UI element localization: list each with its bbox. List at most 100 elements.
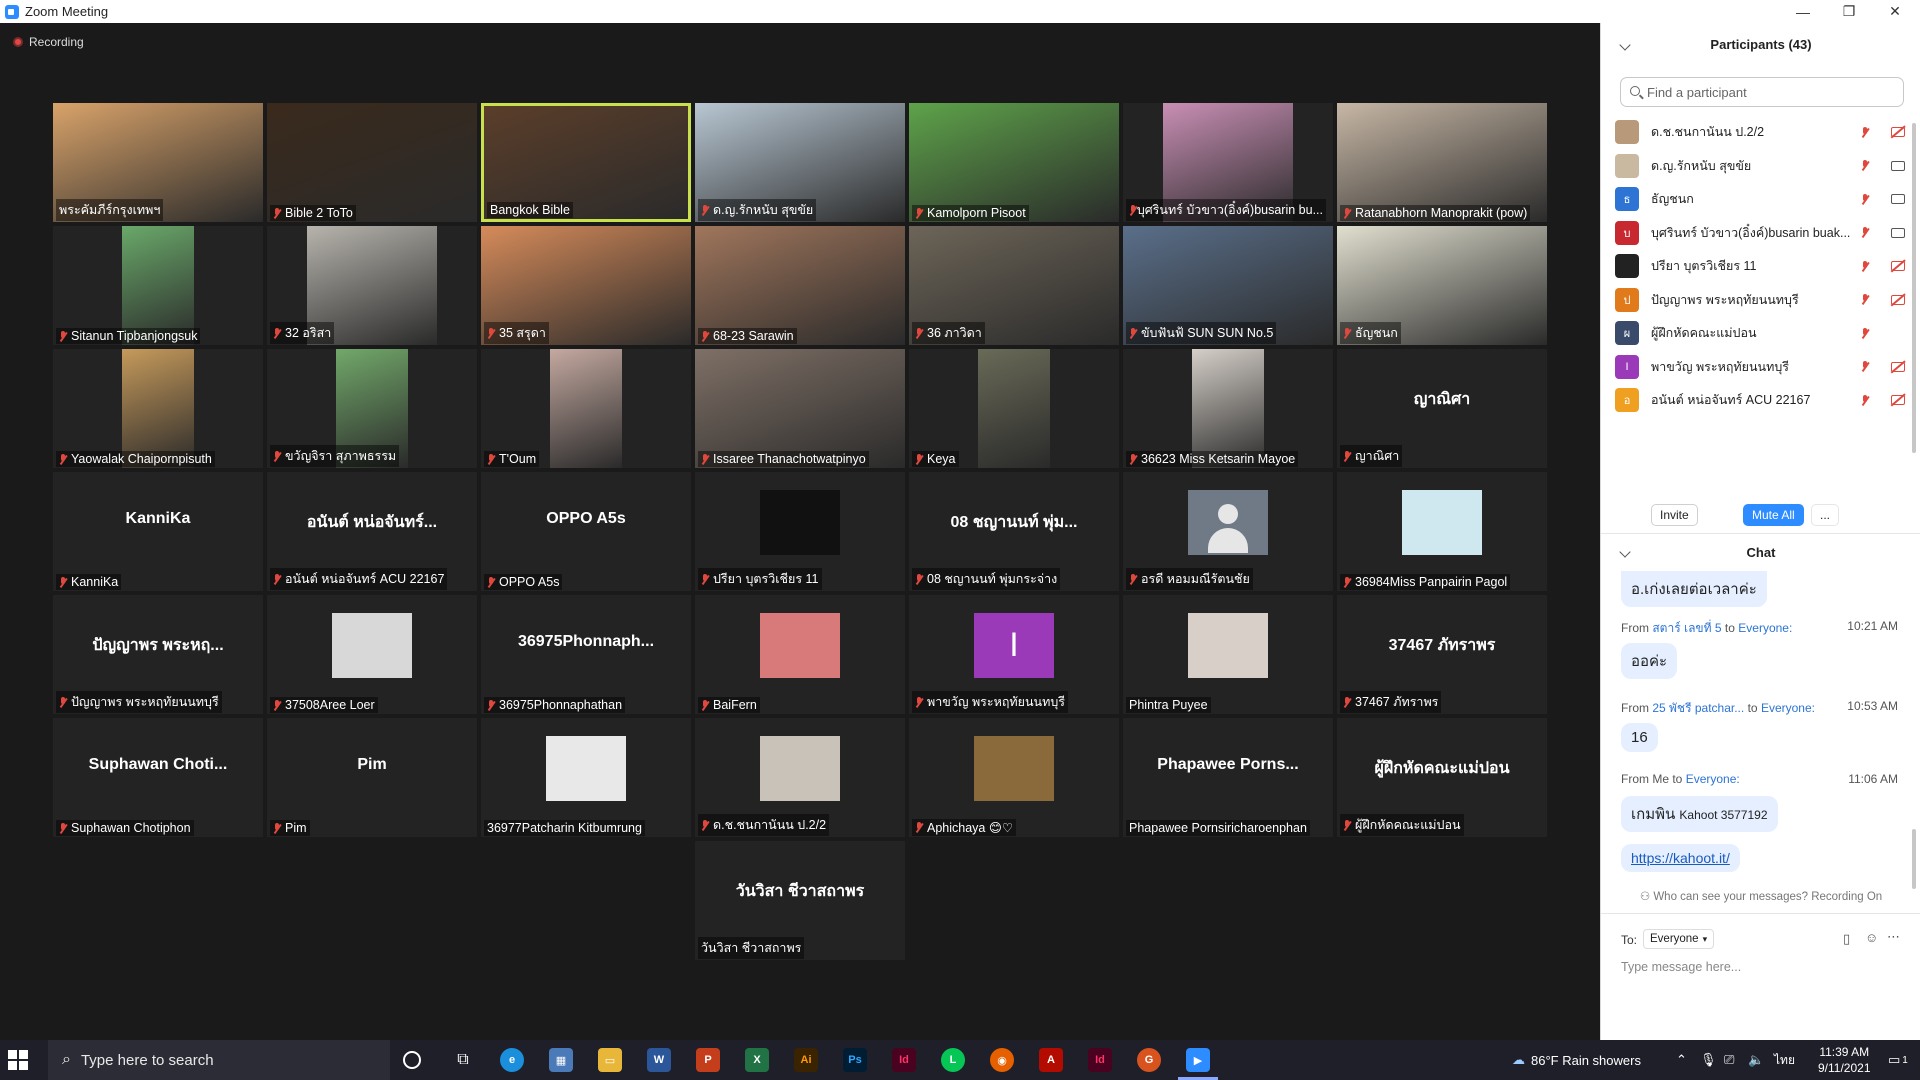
video-tile[interactable]: Aphichaya 😊♡ — [909, 718, 1119, 837]
network-icon[interactable]: ⎚ — [1724, 1040, 1734, 1080]
language-indicator[interactable]: ไทย — [1774, 1040, 1795, 1080]
excel-icon[interactable]: X — [745, 1048, 769, 1072]
participant-row[interactable]: ปรียา บุตรวิเชียร 11 — [1615, 249, 1905, 283]
muted-mic-icon[interactable] — [1861, 227, 1869, 238]
chat-sender[interactable]: 25 พัชรี patchar... — [1652, 701, 1744, 715]
video-tile[interactable]: ปรียา บุตรวิเชียร 11 — [695, 472, 905, 591]
video-tile[interactable]: ผู้ฝึกหัดคณะแม่ปอน ผู้ฝึกหัดคณะแม่ปอน — [1337, 718, 1547, 837]
muted-mic-icon[interactable] — [1861, 126, 1869, 138]
video-tile[interactable]: Phintra Puyee — [1123, 595, 1333, 714]
video-tile[interactable]: วันวิสา ชีวาสถาพร วันวิสา ชีวาสถาพร — [695, 841, 905, 960]
video-tile[interactable]: I พาขวัญ พระหฤทัยนนทบุรี — [909, 595, 1119, 714]
participants-more-button[interactable]: ... — [1811, 504, 1840, 526]
video-tile[interactable]: 08 ชญานนท์ พุ่ม... 08 ชญานนท์ พุ่มกระจ่าง — [909, 472, 1119, 591]
video-tile[interactable]: ธัญชนก — [1337, 226, 1547, 345]
mute-all-button[interactable]: Mute All — [1743, 504, 1804, 526]
video-tile[interactable]: 37508Aree Loer — [267, 595, 477, 714]
chat-scrollbar[interactable] — [1912, 829, 1916, 889]
zoom-taskbar-icon[interactable]: ▶ — [1178, 1048, 1218, 1080]
video-tile[interactable]: Bible 2 ToTo — [267, 103, 477, 222]
close-button[interactable]: ✕ — [1872, 0, 1918, 23]
video-tile[interactable]: 68-23 Sarawin — [695, 226, 905, 345]
photoshop-icon[interactable]: Ps — [843, 1048, 867, 1072]
video-off-icon[interactable] — [1891, 261, 1905, 271]
participant-row[interactable]: ด.ช.ชนกานันน ป.2/2 — [1615, 115, 1905, 149]
muted-mic-icon[interactable] — [1861, 327, 1869, 339]
file-icon[interactable]: ▯ — [1843, 931, 1850, 947]
volume-icon[interactable]: 🔈 — [1748, 1040, 1764, 1080]
powerpoint-icon[interactable]: P — [696, 1048, 720, 1072]
indesign-icon-2[interactable]: Id — [1088, 1048, 1112, 1072]
video-icon[interactable] — [1891, 227, 1905, 238]
calculator-icon[interactable]: ▦ — [549, 1048, 573, 1072]
video-tile[interactable]: KanniKa KanniKa — [53, 472, 263, 591]
participant-row[interactable]: อ อนันต์ หน่อจันทร์ ACU 22167 — [1615, 383, 1905, 417]
restore-button[interactable]: ❐ — [1826, 0, 1872, 23]
participant-row[interactable]: ป ปัญญาพร พระหฤทัยนนทบุรี — [1615, 283, 1905, 317]
participant-row[interactable]: บ บุศรินทร์ บัวขาว(อิ๋งค์)busarin buak... — [1615, 216, 1905, 250]
windows-start-icon[interactable] — [8, 1050, 28, 1070]
file-explorer-icon[interactable]: ▭ — [598, 1048, 622, 1072]
weather-widget[interactable]: ☁ 86°F Rain showers — [1512, 1040, 1641, 1080]
participant-scrollbar[interactable] — [1912, 123, 1916, 453]
video-tile[interactable]: ปัญญาพร พระหฤ... ปัญญาพร พระหฤทัยนนทบุรี — [53, 595, 263, 714]
muted-mic-icon[interactable] — [1861, 193, 1869, 205]
chat-message-input[interactable]: Type message here... — [1621, 960, 1901, 974]
muted-mic-icon[interactable] — [1861, 361, 1869, 372]
video-tile[interactable]: อนันต์ หน่อจันทร์... อนันต์ หน่อจันทร์ AC… — [267, 472, 477, 591]
video-tile[interactable]: บุศรินทร์ บัวขาว(อิ๋งค์)busarin bu... — [1123, 103, 1333, 222]
video-tile[interactable]: ญาณิศา ญาณิศา — [1337, 349, 1547, 468]
participant-row[interactable]: I พาขวัญ พระหฤทัยนนทบุรี — [1615, 350, 1905, 384]
video-tile[interactable]: 36977Patcharin Kitbumrung — [481, 718, 691, 837]
video-tile[interactable]: ด.ญ.รักหนับ สุขขัย — [695, 103, 905, 222]
notification-icon[interactable]: ▭ 1 — [1888, 1040, 1908, 1080]
chat-link[interactable]: https://kahoot.it/ — [1621, 844, 1740, 872]
participant-row[interactable]: ผ ผู้ฝึกหัดคณะแม่ปอน — [1615, 316, 1905, 350]
video-tile[interactable]: ด.ช.ชนกานันน ป.2/2 — [695, 718, 905, 837]
video-tile[interactable]: Phapawee Porns... Phapawee Pornsiricharoe… — [1123, 718, 1333, 837]
acrobat-icon[interactable]: A — [1039, 1048, 1063, 1072]
find-participant-input[interactable]: Find a participant — [1620, 77, 1904, 107]
video-tile[interactable]: OPPO A5s OPPO A5s — [481, 472, 691, 591]
tray-chevron-icon[interactable]: ⌃ — [1676, 1040, 1687, 1080]
video-tile[interactable]: อรดี หอมมณีรัตนชัย — [1123, 472, 1333, 591]
recording-indicator[interactable]: Recording — [13, 35, 84, 49]
chat-more-icon[interactable]: ⋯ — [1887, 929, 1900, 945]
video-tile[interactable]: T'Oum — [481, 349, 691, 468]
video-tile[interactable]: Sitanun Tipbanjongsuk — [53, 226, 263, 345]
grammarly-icon[interactable]: G — [1137, 1048, 1161, 1072]
video-tile[interactable]: ขับฟันฟ้ SUN SUN No.5 — [1123, 226, 1333, 345]
video-off-icon[interactable] — [1891, 127, 1905, 137]
minimize-button[interactable]: — — [1780, 0, 1826, 23]
word-icon[interactable]: W — [647, 1048, 671, 1072]
video-tile[interactable]: Pim Pim — [267, 718, 477, 837]
video-tile[interactable]: 36623 Miss Ketsarin Mayoe — [1123, 349, 1333, 468]
video-tile[interactable]: 35 สรุดา — [481, 226, 691, 345]
video-tile[interactable]: พระคัมภีร์กรุงเทพฯ — [53, 103, 263, 222]
participant-row[interactable]: ธ ธัญชนก — [1615, 182, 1905, 216]
video-tile[interactable]: 37467 ภัทราพร 37467 ภัทราพร — [1337, 595, 1547, 714]
chat-privacy-notice[interactable]: ⚇ Who can see your messages? Recording O… — [1601, 889, 1920, 903]
video-tile[interactable]: Kamolporn Pisoot — [909, 103, 1119, 222]
firefox-icon[interactable]: ◉ — [990, 1048, 1014, 1072]
muted-mic-icon[interactable] — [1861, 294, 1869, 305]
task-view-icon[interactable]: ⧉ — [451, 1048, 475, 1072]
clock[interactable]: 11:39 AM 9/11/2021 — [1818, 1040, 1871, 1080]
video-off-icon[interactable] — [1891, 361, 1905, 372]
muted-mic-icon[interactable] — [1861, 160, 1869, 171]
video-tile[interactable]: Ratanabhorn Manoprakit (pow) — [1337, 103, 1547, 222]
video-off-icon[interactable] — [1891, 294, 1905, 305]
video-tile[interactable]: 36984Miss Panpairin Pagol — [1337, 472, 1547, 591]
edge-icon[interactable]: e — [500, 1048, 524, 1072]
video-icon[interactable] — [1891, 160, 1905, 171]
line-icon[interactable]: L — [941, 1048, 965, 1072]
video-tile[interactable]: Suphawan Choti... Suphawan Chotiphon — [53, 718, 263, 837]
invite-button[interactable]: Invite — [1651, 504, 1698, 526]
muted-mic-icon[interactable] — [1861, 394, 1869, 406]
video-tile[interactable]: BaiFern — [695, 595, 905, 714]
video-tile[interactable]: Issaree Thanachotwatpinyo — [695, 349, 905, 468]
video-tile[interactable]: Bangkok Bible — [481, 103, 691, 222]
video-tile[interactable]: Keya — [909, 349, 1119, 468]
indesign-icon[interactable]: Id — [892, 1048, 916, 1072]
chat-sender[interactable]: สตาร์ เลขที่ 5 — [1652, 621, 1721, 635]
